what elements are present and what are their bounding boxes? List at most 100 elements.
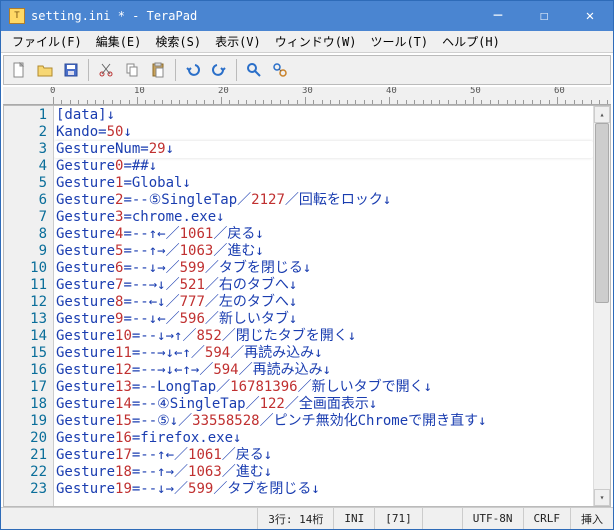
ruler-tick: [372, 100, 373, 104]
editor-line[interactable]: Gesture13=--LongTap／16781396／新しいタブで開く↓: [54, 379, 593, 396]
menu-search[interactable]: 検索(S): [148, 31, 208, 52]
status-insert-mode: 挿入: [570, 508, 613, 529]
redo-icon: [211, 62, 227, 78]
line-number: 20: [4, 430, 47, 447]
editor-line[interactable]: Gesture9=--↓←／596／新しいタブ↓: [54, 311, 593, 328]
editor-line[interactable]: Gesture0=##↓: [54, 158, 593, 175]
editor-line[interactable]: Gesture18=--↑→／1063／進む↓: [54, 464, 593, 481]
menu-window[interactable]: ウィンドウ(W): [268, 31, 364, 52]
eol-marker: ↓: [303, 260, 311, 277]
eol-marker: ↓: [157, 328, 165, 345]
replace-icon: [272, 62, 288, 78]
ruler-tick: 10: [137, 97, 138, 104]
eol-marker: ↓: [289, 294, 297, 311]
eol-marker: ↓: [424, 379, 432, 396]
find-button[interactable]: [242, 58, 266, 82]
eol-marker: ↓: [255, 243, 263, 260]
toolbar-separator: [175, 59, 176, 81]
close-button[interactable]: ✕: [567, 1, 613, 31]
ruler-tick: [255, 100, 256, 104]
vertical-scrollbar[interactable]: ▴ ▾: [593, 106, 610, 506]
statusbar: 3行: 14桁 INI [71] UTF-8N CRLF 挿入: [1, 507, 613, 529]
menu-edit[interactable]: 編集(E): [89, 31, 149, 52]
editor-line[interactable]: Gesture10=--↓→↑／852／閉じたタブを開く↓: [54, 328, 593, 345]
ruler-tick: [95, 100, 96, 104]
ruler-tick: [103, 100, 104, 104]
editor-line[interactable]: Gesture17=--↑←／1061／戻る↓: [54, 447, 593, 464]
copy-button[interactable]: [120, 58, 144, 82]
eol-marker: ↓: [107, 107, 115, 124]
ruler-tick: [431, 100, 432, 104]
ruler-tick: [87, 100, 88, 104]
line-number: 4: [4, 158, 47, 175]
editor-line[interactable]: Gesture15=--⑤↓／33558528／ピンチ無効化Chromeで開き直…: [54, 413, 593, 430]
editor-line[interactable]: Gesture5=--↑→／1063／進む↓: [54, 243, 593, 260]
undo-button[interactable]: [181, 58, 205, 82]
eol-marker: ↓: [182, 175, 190, 192]
ruler-tick: [490, 100, 491, 104]
new-file-icon: [11, 62, 27, 78]
eol-marker: ↓: [123, 124, 131, 141]
toolbar-separator: [88, 59, 89, 81]
cut-button[interactable]: [94, 58, 118, 82]
line-number: 13: [4, 311, 47, 328]
ruler-tick: [120, 100, 121, 104]
ruler-tick: [481, 100, 482, 104]
ruler: 010203040506070: [3, 87, 611, 105]
new-button[interactable]: [7, 58, 31, 82]
ruler-tick: [213, 100, 214, 104]
text-editor[interactable]: [data]↓Kando=50↓GestureNum=29↓Gesture0=#…: [54, 106, 593, 506]
eol-marker: ↓: [233, 430, 241, 447]
ruler-tick: [330, 100, 331, 104]
status-empty: [422, 508, 462, 529]
open-button[interactable]: [33, 58, 57, 82]
open-folder-icon: [37, 62, 53, 78]
eol-marker: ↓: [149, 311, 157, 328]
maximize-button[interactable]: ☐: [521, 1, 567, 31]
ruler-tick: [154, 100, 155, 104]
save-button[interactable]: [59, 58, 83, 82]
scroll-down-arrow[interactable]: ▾: [594, 489, 610, 506]
editor-line[interactable]: Gesture19=--↓→／599／タブを閉じる↓: [54, 481, 593, 498]
menu-file[interactable]: ファイル(F): [5, 31, 89, 52]
menu-view[interactable]: 表示(V): [208, 31, 268, 52]
line-number: 11: [4, 277, 47, 294]
ruler-label: 0: [50, 87, 55, 96]
eol-marker: ↓: [289, 277, 297, 294]
editor-line[interactable]: Gesture7=--→↓／521／右のタブへ↓: [54, 277, 593, 294]
ruler-tick: [448, 100, 449, 104]
scroll-up-arrow[interactable]: ▴: [594, 106, 610, 123]
minimize-button[interactable]: ─: [475, 1, 521, 31]
eol-marker: ↓: [383, 192, 391, 209]
editor-line[interactable]: GestureNum=29↓: [54, 141, 593, 158]
eol-marker: ↓: [166, 345, 174, 362]
menu-help[interactable]: ヘルプ(H): [435, 31, 507, 52]
editor-line[interactable]: Gesture16=firefox.exe↓: [54, 430, 593, 447]
editor-line[interactable]: Gesture1=Global↓: [54, 175, 593, 192]
eol-marker: ↓: [369, 396, 377, 413]
editor-line[interactable]: Gesture6=--↓→／599／タブを閉じる↓: [54, 260, 593, 277]
redo-button[interactable]: [207, 58, 231, 82]
editor-line[interactable]: Gesture14=--④SingleTap／122／全画面表示↓: [54, 396, 593, 413]
ruler-tick: [347, 100, 348, 104]
paste-button[interactable]: [146, 58, 170, 82]
editor-line[interactable]: Kando=50↓: [54, 124, 593, 141]
editor-line[interactable]: Gesture8=--←↓／777／左のタブへ↓: [54, 294, 593, 311]
app-window: T setting.ini * - TeraPad ─ ☐ ✕ ファイル(F) …: [0, 0, 614, 530]
ruler-tick: [465, 100, 466, 104]
ruler-label: 10: [134, 87, 145, 96]
editor-area: 1234567891011121314151617181920212223 [d…: [3, 105, 611, 507]
editor-line[interactable]: Gesture11=--→↓←↑／594／再読み込み↓: [54, 345, 593, 362]
eol-marker: ↓: [157, 294, 165, 311]
editor-line[interactable]: Gesture4=--↑←／1061／戻る↓: [54, 226, 593, 243]
ruler-tick: [381, 100, 382, 104]
replace-button[interactable]: [268, 58, 292, 82]
editor-line[interactable]: Gesture12=--→↓←↑→／594／再読み込み↓: [54, 362, 593, 379]
scroll-thumb[interactable]: [595, 123, 609, 303]
editor-line[interactable]: Gesture2=--⑤SingleTap／2127／回転をロック↓: [54, 192, 593, 209]
editor-line[interactable]: [data]↓: [54, 107, 593, 124]
menu-tools[interactable]: ツール(T): [363, 31, 435, 52]
editor-line[interactable]: Gesture3=chrome.exe↓: [54, 209, 593, 226]
eol-marker: ↓: [348, 328, 356, 345]
ruler-tick: [288, 100, 289, 104]
